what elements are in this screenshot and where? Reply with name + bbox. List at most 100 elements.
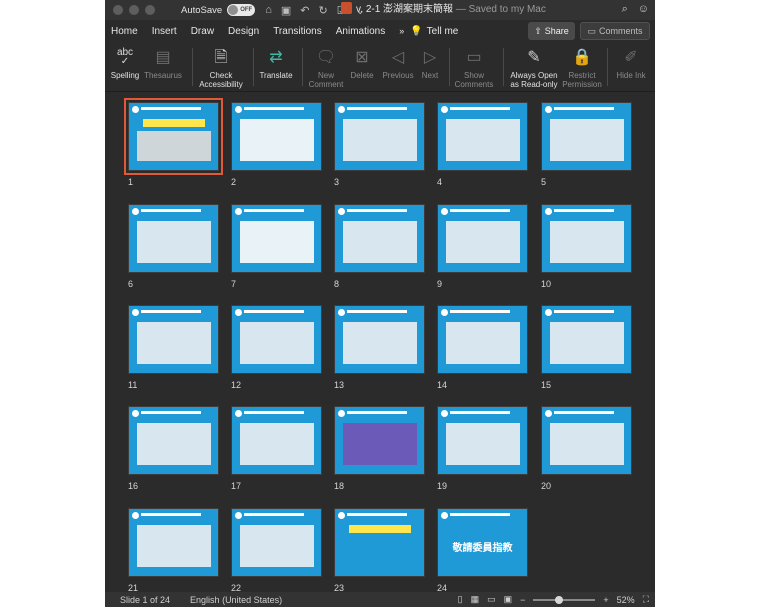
more-tabs-chevron-icon[interactable]: » (399, 26, 404, 36)
slide-thumbnail[interactable] (231, 305, 322, 374)
slide-number: 9 (437, 279, 443, 289)
slide-thumbnail[interactable] (437, 102, 528, 171)
slide-content-image (240, 119, 314, 161)
minimize-window-button[interactable] (129, 5, 139, 15)
search-icon[interactable]: ⌕ (622, 3, 628, 16)
show-comments-icon: ▭ (466, 48, 482, 66)
slide-thumbnail[interactable] (128, 305, 219, 374)
language-indicator[interactable]: English (United States) (190, 595, 282, 605)
reading-view-icon[interactable]: ▭ (487, 594, 496, 605)
zoom-in-icon[interactable]: + (603, 595, 608, 605)
restrict-permission-button[interactable]: 🔒 Restrict Permission (561, 45, 603, 89)
next-comment-button[interactable]: ▷ Next (417, 45, 443, 80)
slide-thumbnail[interactable]: 敬請委員指教 (437, 508, 528, 577)
zoom-slider-knob[interactable] (555, 595, 564, 604)
slide-thumbnail[interactable] (541, 406, 632, 475)
tab-home[interactable]: Home (111, 26, 138, 37)
translate-icon: ⇄ (269, 48, 283, 66)
tab-transitions[interactable]: Transitions (273, 26, 322, 37)
slide-logo-icon (441, 309, 448, 316)
slide-thumbnail[interactable] (334, 204, 425, 273)
slide-number: 1 (128, 177, 134, 187)
autosave-toggle[interactable]: OFF (227, 4, 256, 16)
slide-thumbnail[interactable] (231, 102, 322, 171)
redo-icon[interactable]: ↻ (318, 4, 327, 17)
check-accessibility-button[interactable]: 🗎 Check Accessibility (197, 45, 245, 89)
tell-me-search[interactable]: Tell me (427, 26, 459, 37)
slide-thumbnail[interactable] (128, 406, 219, 475)
slide-thumbnail[interactable] (334, 508, 425, 577)
slide-thumbnail[interactable] (541, 204, 632, 273)
tab-insert[interactable]: Insert (152, 26, 177, 37)
hide-ink-button[interactable]: ✐ Hide Ink (613, 45, 649, 80)
slide-logo-icon (132, 512, 139, 519)
slide-header-bar (347, 310, 407, 313)
slide-thumbnail[interactable] (437, 204, 528, 273)
slide-logo-icon (235, 309, 242, 316)
slide-logo-icon (132, 106, 139, 113)
slide-content-image (446, 221, 520, 263)
previous-comment-icon: ◁ (391, 48, 405, 66)
tab-design[interactable]: Design (228, 26, 259, 37)
slide-logo-icon (338, 512, 345, 519)
slide-thumbnail[interactable] (334, 305, 425, 374)
tab-draw[interactable]: Draw (191, 26, 214, 37)
delete-label: Delete (350, 71, 374, 80)
slide-thumbnail[interactable] (231, 204, 322, 273)
normal-view-icon[interactable]: ▯ (458, 594, 463, 605)
lightbulb-icon: 💡 (410, 25, 423, 37)
share-icon: ⇧ (534, 25, 542, 36)
slide-thumbnail[interactable] (541, 305, 632, 374)
slide-logo-icon (441, 106, 448, 113)
slide-header-bar (244, 310, 304, 313)
slide-number: 6 (128, 279, 134, 289)
slide-thumbnail[interactable] (231, 508, 322, 577)
slide-sorter-view-icon[interactable]: ▦ (471, 594, 480, 605)
slide-content-image (343, 119, 417, 161)
save-icon[interactable]: ▣ (281, 4, 291, 17)
status-bar: Slide 1 of 24 English (United States) ▯ … (105, 592, 655, 607)
fit-to-window-icon[interactable]: ⛶ (643, 594, 649, 605)
slide-thumbnail[interactable] (437, 305, 528, 374)
delete-comment-button[interactable]: ⊠ Delete (347, 45, 377, 80)
smiley-feedback-icon[interactable]: ☺ (638, 3, 649, 16)
slide-thumbnail[interactable] (124, 98, 223, 175)
slide-content-image (550, 119, 624, 161)
slide-content-image (240, 525, 314, 567)
close-window-button[interactable] (113, 5, 123, 15)
spelling-button[interactable]: abc ✓ Spelling (111, 45, 139, 81)
zoom-out-icon[interactable]: − (520, 595, 525, 605)
slide-number: 10 (541, 279, 552, 289)
previous-comment-button[interactable]: ◁ Previous (381, 45, 415, 80)
share-button[interactable]: ⇧ Share (528, 22, 575, 40)
always-open-read-only-button[interactable]: ✎ Always Open as Read-only (507, 45, 561, 89)
slide-thumbnail[interactable] (334, 406, 425, 475)
comments-button[interactable]: ▭ Comments (580, 22, 650, 40)
slide-header-bar (141, 310, 201, 313)
slide-thumbnail[interactable] (231, 406, 322, 475)
slide-thumbnail[interactable] (541, 102, 632, 171)
slide-thumbnail[interactable] (128, 508, 219, 577)
undo-icon[interactable]: ↶ (300, 4, 309, 17)
powerpoint-window: AutoSave OFF ⌂ ▣ ↶ ↻ ☑ ⌄ v. 2-1 澎湖案期末簡報 … (105, 0, 655, 607)
slideshow-icon[interactable]: ▣ (504, 594, 513, 605)
slide-thumbnail[interactable] (437, 406, 528, 475)
slide-logo-icon (545, 208, 552, 215)
slide-number: 8 (334, 279, 340, 289)
slide-thumbnail[interactable] (128, 204, 219, 273)
thesaurus-button[interactable]: ▤ Thesaurus (143, 45, 183, 80)
slide-thumbnail[interactable] (334, 102, 425, 171)
show-comments-button[interactable]: ▭ Show Comments (454, 45, 494, 89)
zoom-level[interactable]: 52% (617, 595, 635, 605)
translate-button[interactable]: ⇄ Translate (258, 45, 294, 80)
slide-number: 20 (541, 481, 552, 491)
new-comment-button[interactable]: 🗨 New Comment (306, 45, 346, 89)
tab-animations[interactable]: Animations (336, 26, 385, 37)
slide-number: 14 (437, 380, 448, 390)
autosave-state: OFF (240, 7, 253, 13)
zoom-window-button[interactable] (145, 5, 155, 15)
home-icon[interactable]: ⌂ (265, 4, 272, 17)
read-only-label: as Read-only (510, 80, 558, 89)
zoom-slider[interactable] (533, 595, 596, 604)
share-label: Share (544, 26, 569, 36)
